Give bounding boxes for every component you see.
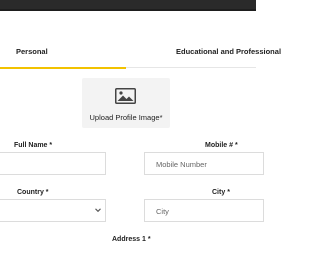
- mobile-label: Mobile # *: [205, 142, 238, 149]
- tab-personal[interactable]: Personal: [0, 11, 126, 69]
- upload-profile-image-button[interactable]: Upload Profile Image*: [82, 78, 170, 128]
- active-tab-indicator: [0, 67, 126, 69]
- image-icon: [115, 88, 136, 104]
- address-label-text: Address 1: [112, 236, 146, 243]
- mobile-label-text: Mobile #: [205, 142, 234, 149]
- full-name-input[interactable]: [0, 152, 106, 175]
- city-label: City *: [212, 189, 230, 196]
- required-marker: *: [227, 189, 230, 196]
- required-marker: *: [45, 189, 49, 196]
- upload-label-text: Upload Profile Image: [89, 113, 160, 122]
- top-bar: [0, 0, 256, 11]
- tab-educational-professional[interactable]: Educational and Professional: [126, 11, 281, 67]
- chevron-down-icon: [95, 208, 101, 213]
- tab-educational-label: Educational and Professional: [176, 47, 282, 56]
- required-marker: *: [159, 113, 163, 122]
- full-name-label-text: Full Name: [14, 142, 48, 149]
- country-label-text: Country: [17, 189, 44, 196]
- country-select[interactable]: [0, 199, 106, 222]
- city-label-text: City: [212, 189, 226, 196]
- country-label: Country *: [17, 189, 49, 196]
- mobile-number-input[interactable]: Mobile Number: [144, 152, 264, 175]
- required-marker: *: [234, 142, 238, 149]
- mobile-placeholder: Mobile Number: [156, 160, 207, 169]
- tab-personal-label: Personal: [16, 47, 48, 56]
- address-label: Address 1 *: [112, 236, 151, 243]
- upload-label: Upload Profile Image*: [82, 113, 170, 122]
- city-input[interactable]: City: [144, 199, 264, 222]
- city-placeholder: City: [156, 207, 169, 216]
- required-marker: *: [49, 142, 53, 149]
- full-name-label: Full Name *: [14, 142, 52, 149]
- tab-bar: Personal Educational and Professional: [0, 11, 281, 69]
- required-marker: *: [147, 236, 151, 243]
